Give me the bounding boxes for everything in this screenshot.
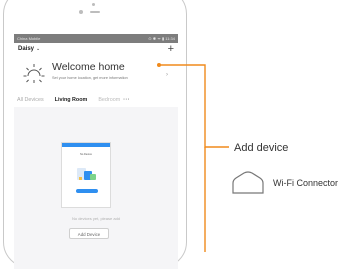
empty-illustration: No Device — [61, 142, 111, 208]
app-screen: China Mobile ⊙ ✱ ᯤ ▮ 11:34 Daisy ⌄ + Welc… — [14, 34, 178, 269]
empty-state-text: No devices yet, please add — [71, 216, 121, 221]
welcome-subtitle: Set your home location, get more informa… — [52, 76, 128, 80]
illustration-topbar — [62, 143, 110, 147]
chevron-down-icon: ⌄ — [36, 46, 41, 52]
tab-bedroom[interactable]: Bedroom — [98, 97, 120, 103]
home-selector[interactable]: Daisy ⌄ — [18, 46, 40, 52]
phone-sensor — [92, 3, 95, 6]
wifi-connector-icon — [232, 171, 264, 194]
phone-speaker — [90, 11, 100, 13]
room-content: No Device No devices yet, please add Add… — [14, 107, 178, 269]
room-tabs: All Devices Living Room Bedroom ··· — [14, 93, 178, 107]
plus-icon[interactable]: + — [168, 43, 174, 55]
wifi-connector-label: Wi-Fi Connector — [273, 178, 339, 188]
add-device-callout: Add device — [234, 142, 289, 154]
tab-living-room[interactable]: Living Room — [55, 97, 88, 103]
status-bar: China Mobile ⊙ ✱ ᯤ ▮ 11:34 — [14, 34, 178, 43]
add-device-button[interactable]: Add Device — [69, 228, 109, 239]
sun-icon — [23, 64, 45, 83]
chevron-right-icon: › — [166, 72, 168, 78]
welcome-card[interactable]: Welcome home Set your home location, get… — [14, 55, 178, 93]
app-header: Daisy ⌄ + — [14, 43, 178, 55]
status-icons: ⊙ ✱ ᯤ ▮ 11:34 — [148, 36, 175, 41]
illustration-title: No Device — [80, 153, 92, 156]
devices-illustration-icon — [77, 168, 96, 180]
carrier-label: China Mobile — [17, 36, 41, 41]
tab-all-devices[interactable]: All Devices — [17, 97, 44, 103]
welcome-title: Welcome home — [52, 61, 125, 73]
illustration-button — [76, 189, 98, 193]
more-icon[interactable]: ··· — [123, 97, 130, 103]
phone-camera — [79, 10, 83, 14]
phone-frame: China Mobile ⊙ ✱ ᯤ ▮ 11:34 Daisy ⌄ + Welc… — [3, 0, 187, 269]
home-name-label: Daisy — [18, 46, 35, 52]
